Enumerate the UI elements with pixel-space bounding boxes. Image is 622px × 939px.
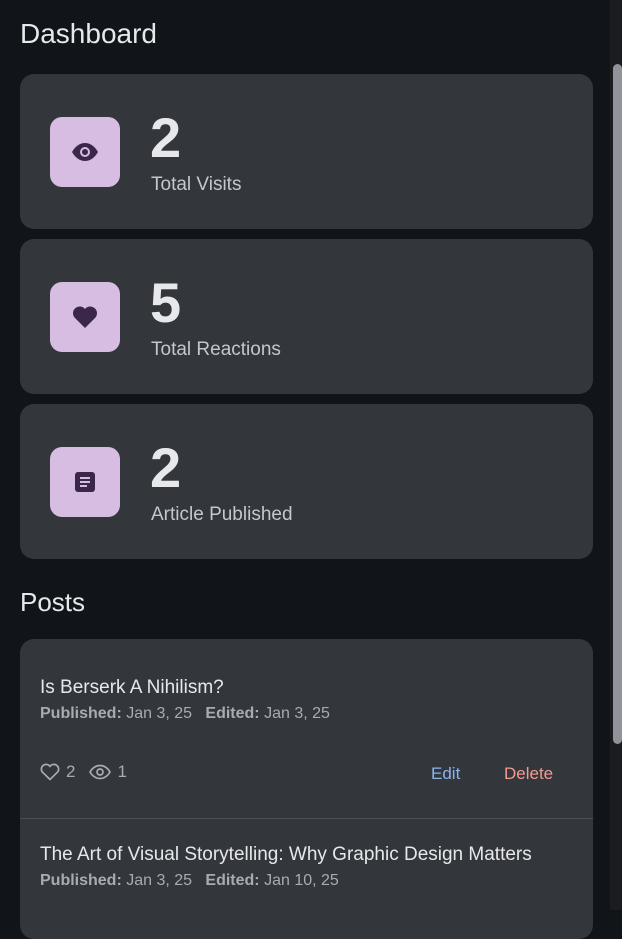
stat-label: Total Reactions: [151, 339, 281, 360]
views-count: 1: [117, 762, 127, 781]
stat-card-reactions: 5 Total Reactions: [20, 239, 593, 394]
post-title[interactable]: The Art of Visual Storytelling: Why Grap…: [40, 840, 573, 870]
post-meta: Published: Jan 3, 25 Edited: Jan 3, 25: [40, 705, 573, 723]
published-label: Published:: [40, 872, 122, 889]
edit-button[interactable]: Edit: [431, 764, 460, 784]
likes-count: 2: [66, 762, 76, 781]
posts-list: Is Berserk A Nihilism? Published: Jan 3,…: [20, 639, 593, 939]
eye-icon: [50, 117, 120, 187]
edited-label: Edited:: [205, 872, 260, 889]
edited-label: Edited:: [205, 705, 260, 722]
stat-label: Article Published: [151, 504, 293, 525]
post-stats: 2 1: [40, 762, 127, 782]
stat-card-articles: 2 Article Published: [20, 404, 593, 559]
post-item: The Art of Visual Storytelling: Why Grap…: [20, 819, 593, 890]
post-meta: Published: Jan 3, 25 Edited: Jan 10, 25: [40, 872, 573, 890]
posts-heading: Posts: [20, 587, 86, 617]
heart-icon: [50, 282, 120, 352]
published-label: Published:: [40, 705, 122, 722]
stat-value: 2: [150, 436, 182, 499]
stat-label: Total Visits: [151, 174, 242, 195]
eye-outline-icon: [89, 764, 112, 780]
stat-value: 5: [150, 271, 182, 334]
published-date: Jan 3, 25: [126, 872, 193, 889]
heart-outline-icon: [40, 763, 60, 781]
edited-date: Jan 3, 25: [264, 705, 330, 722]
published-date: Jan 3, 25: [126, 705, 193, 722]
post-title[interactable]: Is Berserk A Nihilism?: [40, 673, 573, 703]
delete-button[interactable]: Delete: [504, 764, 553, 784]
scrollbar-thumb[interactable]: [613, 64, 622, 744]
stat-card-visits: 2 Total Visits: [20, 74, 593, 229]
edited-date: Jan 10, 25: [264, 872, 339, 889]
article-icon: [50, 447, 120, 517]
stat-value: 2: [150, 106, 182, 169]
post-item: Is Berserk A Nihilism? Published: Jan 3,…: [20, 639, 593, 819]
page-title: Dashboard: [20, 18, 157, 49]
